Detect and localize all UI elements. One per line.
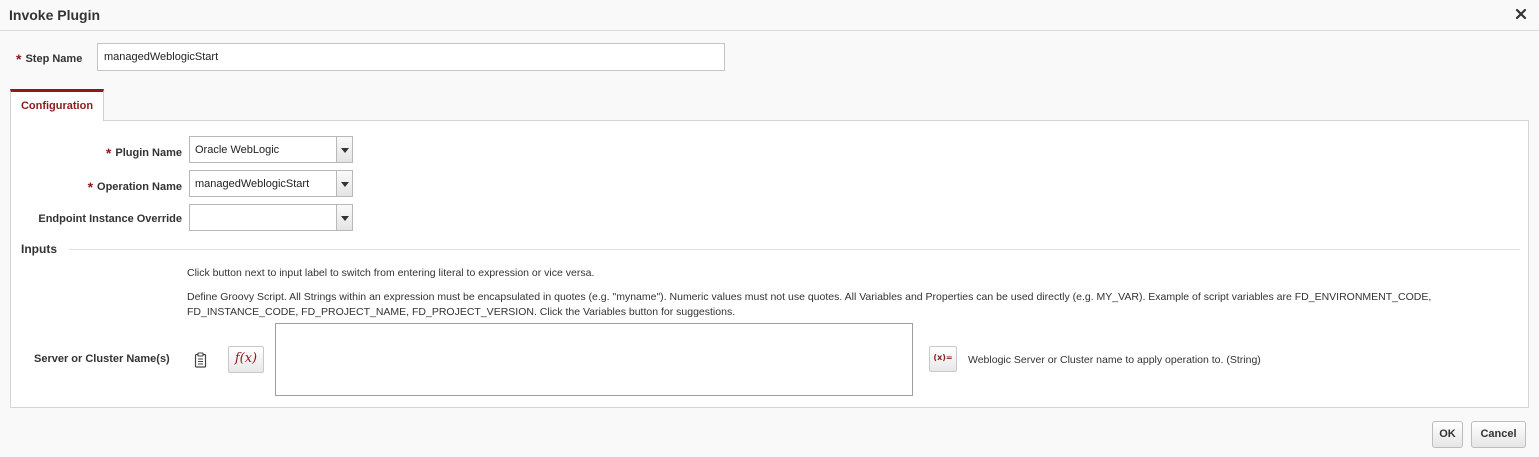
help-text-groovy: Define Groovy Script. All Strings within… [187, 291, 1432, 303]
inputs-section-title: Inputs [21, 242, 57, 256]
server-cluster-textarea[interactable] [275, 323, 913, 396]
plugin-name-value: Oracle WebLogic [195, 144, 280, 156]
plugin-name-label-group: * Plugin Name [20, 143, 182, 161]
plugin-name-select[interactable]: Oracle WebLogic [189, 136, 353, 163]
help-text-toggle: Click button next to input label to swit… [187, 267, 595, 279]
help-text-groovy-continued: FD_INSTANCE_CODE, FD_PROJECT_NAME, FD_PR… [187, 306, 736, 318]
server-cluster-description: Weblogic Server or Cluster name to apply… [968, 354, 1261, 366]
ok-button[interactable]: OK [1432, 421, 1463, 448]
server-cluster-label: Server or Cluster Name(s) [34, 353, 170, 365]
chevron-down-icon[interactable] [336, 137, 352, 162]
section-divider [69, 249, 1520, 250]
close-icon[interactable] [1514, 7, 1528, 21]
chevron-down-icon[interactable] [336, 171, 352, 196]
endpoint-override-select[interactable] [189, 204, 353, 231]
chevron-down-icon[interactable] [336, 205, 352, 230]
endpoint-override-label-group: Endpoint Instance Override [20, 213, 182, 225]
endpoint-override-label: Endpoint Instance Override [38, 213, 182, 225]
operation-name-select[interactable]: managedWeblogicStart [189, 170, 353, 197]
operation-name-label-group: * Operation Name [20, 177, 182, 195]
step-name-label-group: * Step Name [16, 49, 83, 67]
required-marker: * [16, 51, 22, 67]
clipboard-icon[interactable] [194, 352, 207, 368]
step-name-label: Step Name [25, 53, 83, 65]
dialog-title: Invoke Plugin [9, 7, 101, 23]
required-marker: * [105, 145, 112, 161]
variables-button[interactable]: (x)= [929, 346, 957, 372]
required-marker: * [87, 179, 94, 195]
operation-name-label: Operation Name [97, 181, 182, 193]
cancel-button[interactable]: Cancel [1471, 421, 1526, 448]
tab-configuration[interactable]: Configuration [10, 89, 104, 121]
operation-name-value: managedWeblogicStart [195, 178, 310, 190]
dialog-titlebar: Invoke Plugin [0, 0, 1539, 31]
plugin-name-label: Plugin Name [115, 147, 182, 159]
step-name-input[interactable] [97, 43, 725, 71]
expression-toggle-button[interactable]: f(x) [228, 346, 264, 373]
